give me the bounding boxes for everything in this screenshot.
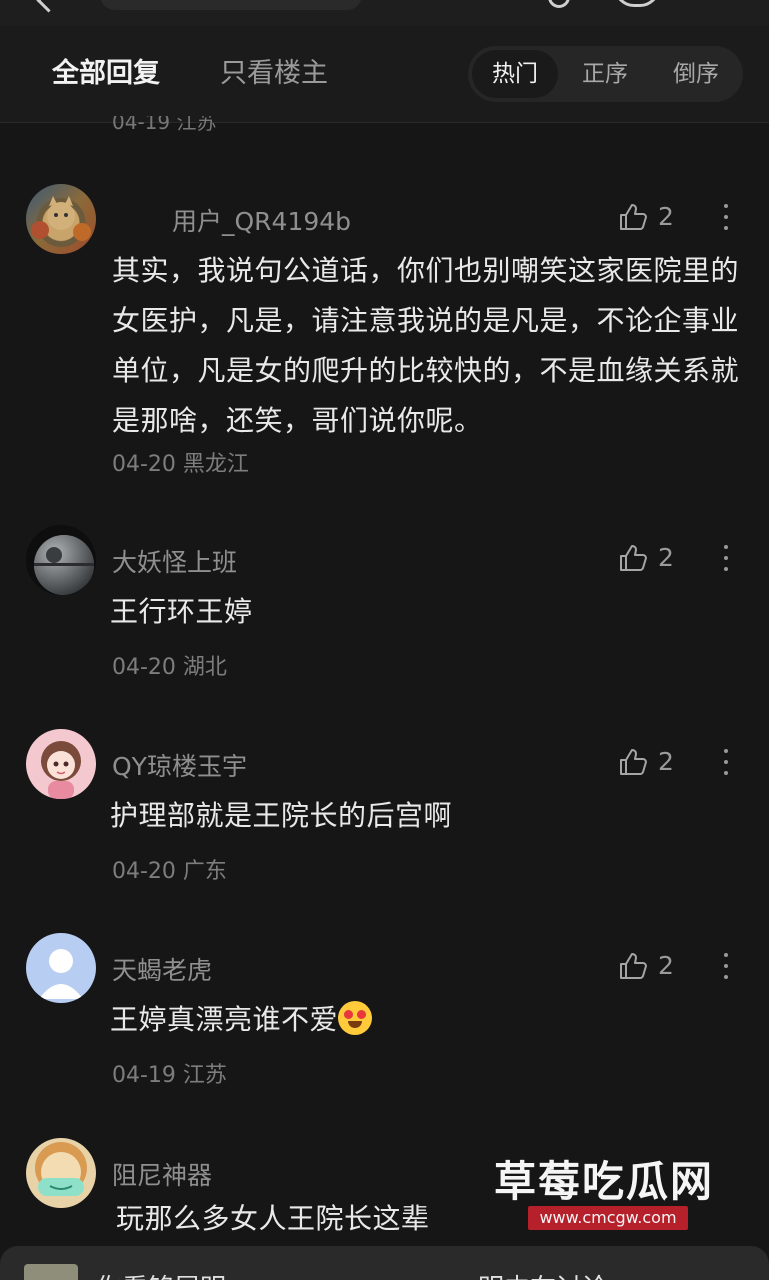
comment-item: QY琼楼玉宇 2 护理部就是王院长的后宫啊 04-20 广东 (0, 729, 769, 899)
more-options-icon[interactable] (716, 953, 736, 983)
bottom-bar-title[interactable]: 你看铭屋明 (96, 1268, 226, 1280)
like-button[interactable]: 2 (618, 200, 678, 234)
post-thumbnail[interactable] (24, 1264, 78, 1280)
like-button[interactable]: 2 (618, 541, 678, 575)
comment-text-content: 王婷真漂亮谁不爱 (110, 1003, 339, 1036)
watermark-url: www.cmcgw.com (528, 1206, 688, 1230)
like-button[interactable]: 2 (618, 949, 678, 983)
comment-text: 王行环王婷 (110, 595, 253, 628)
search-box[interactable] (100, 0, 362, 10)
search-icon[interactable] (548, 0, 570, 8)
page: 全部回复 只看楼主 热门 正序 倒序 04-19 江苏 用户_QR4194b 2… (0, 0, 769, 1280)
tab-all-replies[interactable]: 全部回复 (52, 58, 160, 90)
comment-meta: 04-19 江苏 (112, 1063, 227, 1088)
avatar[interactable] (26, 184, 96, 254)
comment-meta: 04-20 黑龙江 (112, 452, 249, 477)
like-count: 2 (658, 747, 674, 776)
avatar[interactable] (26, 729, 96, 799)
like-count: 2 (658, 543, 674, 572)
top-bar (0, 0, 769, 26)
avatar[interactable] (26, 1138, 96, 1208)
more-options-icon[interactable] (716, 545, 736, 575)
like-count: 2 (658, 202, 674, 231)
comment-item: 用户_QR4194b 2 其实，我说句公道话，你们也别嘲笑这家医院里的女医护，凡… (0, 184, 769, 494)
comment-text: 护理部就是王院长的后宫啊 (110, 799, 453, 832)
thumbs-up-icon (620, 749, 647, 775)
thumbs-up-icon (620, 953, 647, 979)
username[interactable]: 天蝎老虎 (112, 951, 212, 987)
username[interactable]: 阻尼神器 (112, 1156, 212, 1192)
sort-toggle: 热门 正序 倒序 (468, 46, 743, 102)
more-options-icon[interactable] (716, 204, 736, 234)
comment-text: 王婷真漂亮谁不爱 (110, 995, 745, 1045)
comment-text: 玩那么多女人王院长这辈 (116, 1202, 430, 1235)
like-count: 2 (658, 951, 674, 980)
bottom-bar-discussion[interactable]: 明内在讨论 (478, 1268, 608, 1280)
sort-asc-button[interactable]: 正序 (568, 50, 642, 98)
comment-meta: 04-20 广东 (112, 859, 227, 884)
profile-icon[interactable] (614, 0, 660, 7)
watermark: 草莓吃瓜网 www.cmcgw.com (470, 1140, 769, 1250)
sort-desc-button[interactable]: 倒序 (658, 50, 734, 98)
watermark-title: 草莓吃瓜网 (494, 1157, 715, 1206)
username[interactable]: 大妖怪上班 (112, 543, 237, 579)
back-icon[interactable] (36, 0, 61, 13)
comment-item: 大妖怪上班 2 王行环王婷 04-20 湖北 (0, 525, 769, 695)
tab-op-only[interactable]: 只看楼主 (220, 58, 328, 90)
comment-text: 其实，我说句公道话，你们也别嘲笑这家医院里的女医护，凡是，请注意我说的是凡是，不… (112, 254, 740, 437)
thumbs-up-icon (620, 545, 647, 571)
sort-hot-button[interactable]: 热门 (472, 50, 558, 98)
bottom-bar: 你看铭屋明 明内在讨论 (0, 1246, 769, 1280)
reply-filter-bar: 全部回复 只看楼主 热门 正序 倒序 (0, 26, 769, 123)
heart-eyes-emoji-icon (338, 1001, 373, 1035)
avatar[interactable] (26, 525, 96, 595)
avatar[interactable] (26, 933, 96, 1003)
comment-meta: 04-20 湖北 (112, 655, 227, 680)
thumbs-up-icon (620, 204, 647, 230)
username[interactable]: 用户_QR4194b (172, 202, 351, 238)
comment-item: 天蝎老虎 2 王婷真漂亮谁不爱 04-19 江苏 (0, 933, 769, 1103)
username[interactable]: QY琼楼玉宇 (112, 747, 247, 783)
like-button[interactable]: 2 (618, 745, 678, 779)
more-options-icon[interactable] (716, 749, 736, 779)
